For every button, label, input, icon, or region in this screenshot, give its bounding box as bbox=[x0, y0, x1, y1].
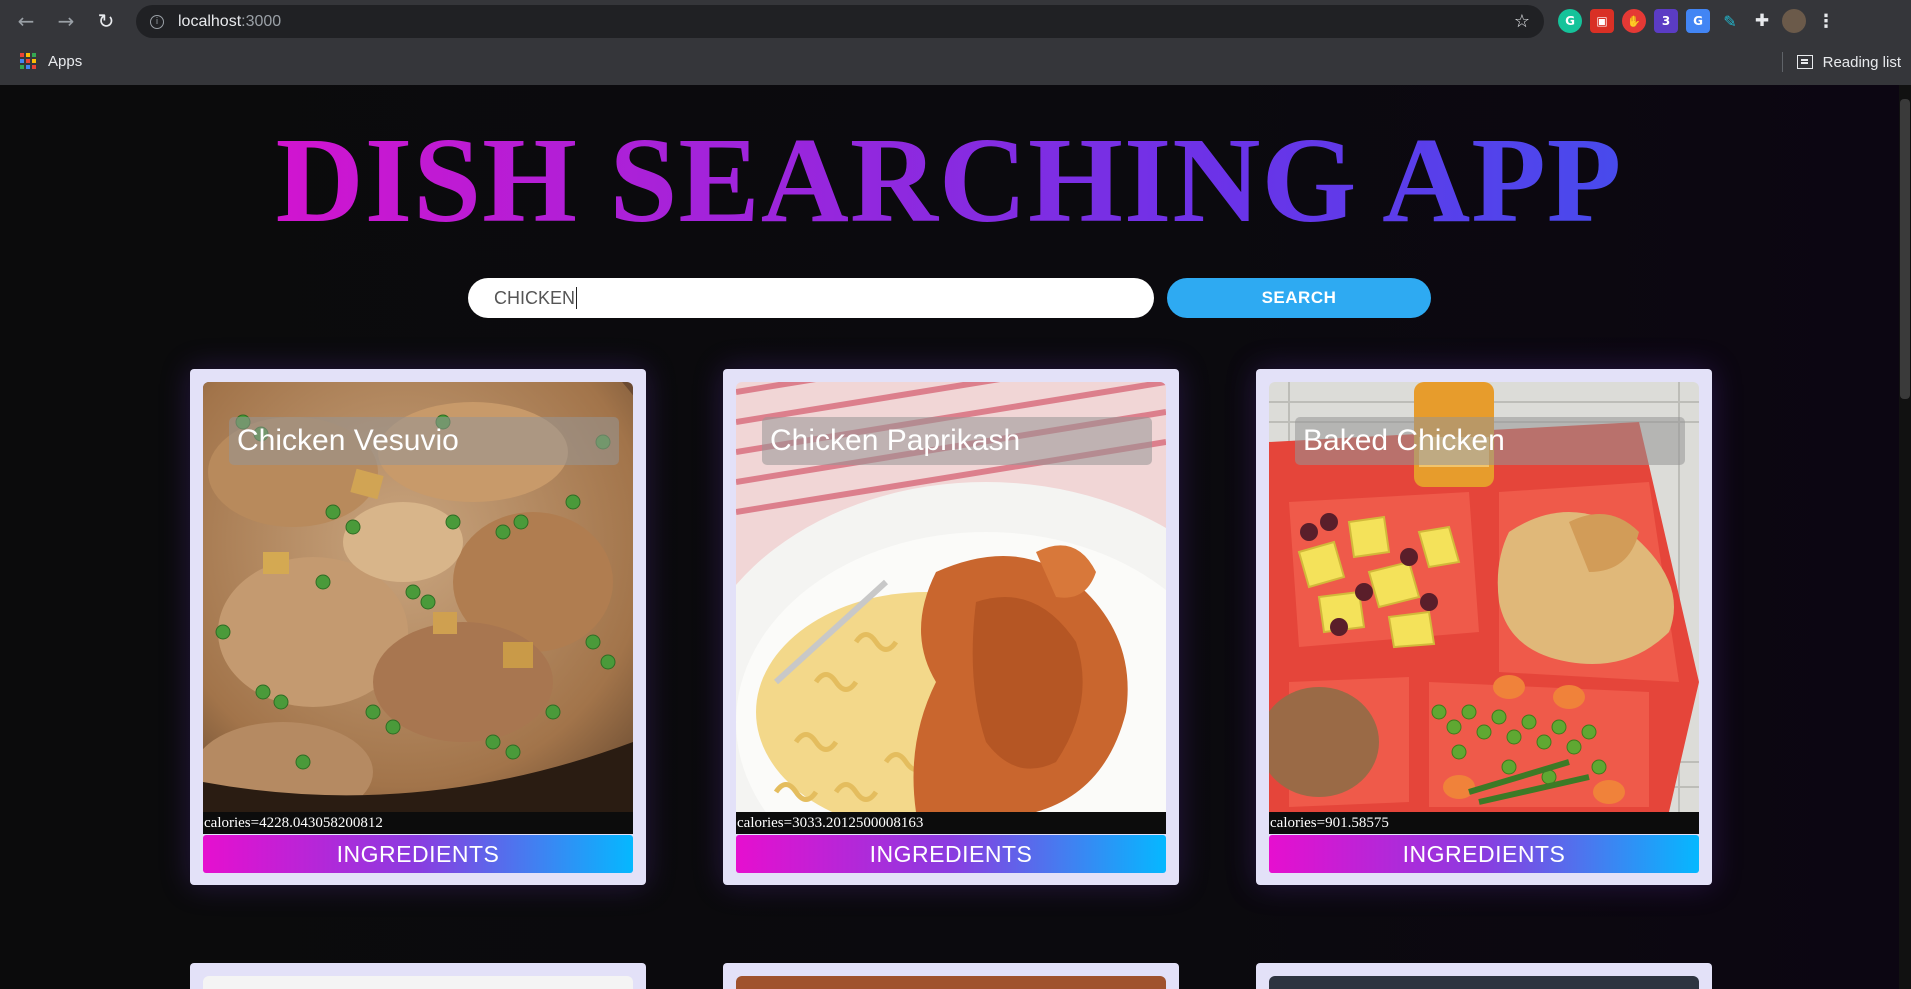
apps-bookmark[interactable]: Apps bbox=[48, 53, 82, 70]
puzzle-icon[interactable]: ✚ bbox=[1750, 9, 1774, 33]
recipe-title: Chicken Vesuvio bbox=[229, 417, 619, 465]
address-bar[interactable]: i localhost:3000 ☆ bbox=[136, 5, 1544, 38]
recipe-card-partial bbox=[190, 963, 646, 989]
pen-tool-icon[interactable]: ✎ bbox=[1718, 9, 1742, 33]
recipe-title: Baked Chicken bbox=[1295, 417, 1685, 465]
browser-chrome: ← → ↻ i localhost:3000 ☆ G ▣ ✋ 3 G ✎ ✚ ⋮… bbox=[0, 0, 1911, 85]
recipe-image: Chicken Vesuvio bbox=[203, 382, 633, 812]
reading-list-button[interactable]: Reading list bbox=[1781, 52, 1901, 72]
grammarly-icon[interactable]: G bbox=[1558, 9, 1582, 33]
bookmark-star-icon[interactable]: ☆ bbox=[1514, 11, 1530, 32]
recipe-calories: calories=3033.2012500008163 bbox=[736, 812, 1166, 834]
bookmarks-divider bbox=[1781, 52, 1783, 72]
extensions-row: G ▣ ✋ 3 G ✎ ✚ ⋮ bbox=[1558, 9, 1838, 33]
ingredients-button[interactable]: INGREDIENTS bbox=[203, 835, 633, 873]
url-host: localhost bbox=[178, 12, 242, 30]
search-button[interactable]: SEARCH bbox=[1167, 278, 1431, 318]
text-caret bbox=[576, 287, 578, 309]
forward-arrow-icon[interactable]: → bbox=[46, 0, 86, 42]
reading-list-label: Reading list bbox=[1822, 53, 1901, 71]
recipe-image-partial bbox=[203, 976, 633, 989]
search-input-value: CHICKEN bbox=[494, 287, 576, 308]
recipe-image: Chicken Paprikash bbox=[736, 382, 1166, 812]
search-input[interactable]: CHICKEN bbox=[468, 278, 1154, 318]
browser-toolbar: ← → ↻ i localhost:3000 ☆ G ▣ ✋ 3 G ✎ ✚ ⋮ bbox=[0, 0, 1911, 42]
recipe-title: Chicken Paprikash bbox=[762, 417, 1152, 465]
recipe-image-partial bbox=[736, 976, 1166, 989]
recipe-card-partial bbox=[723, 963, 1179, 989]
ingredients-button[interactable]: INGREDIENTS bbox=[1269, 835, 1699, 873]
recipe-card: Chicken Vesuvio calories=4228.0430582008… bbox=[190, 369, 646, 885]
url-port: :3000 bbox=[241, 12, 282, 30]
ingredients-button[interactable]: INGREDIENTS bbox=[736, 835, 1166, 873]
address-url[interactable]: localhost:3000 bbox=[178, 13, 281, 31]
recipe-card-partial bbox=[1256, 963, 1712, 989]
reading-list-icon bbox=[1796, 55, 1813, 69]
recipe-image-partial bbox=[1269, 976, 1699, 989]
recipe-card: Baked Chicken calories=901.58575 INGREDI… bbox=[1256, 369, 1712, 885]
app-title: DISH SEARCHING APP bbox=[0, 117, 1898, 245]
recipe-calories: calories=4228.043058200812 bbox=[203, 812, 633, 834]
bookmarks-bar: Apps Reading list bbox=[0, 45, 1911, 77]
reload-icon[interactable]: ↻ bbox=[86, 0, 126, 42]
profile-avatar-icon[interactable] bbox=[1782, 9, 1806, 33]
recipe-card: Chicken Paprikash calories=3033.20125000… bbox=[723, 369, 1179, 885]
scrollbar-thumb[interactable] bbox=[1900, 99, 1910, 399]
extension-badge-icon[interactable]: 3 bbox=[1654, 9, 1678, 33]
google-translate-icon[interactable]: G bbox=[1686, 9, 1710, 33]
extension-red-icon[interactable]: ▣ bbox=[1590, 9, 1614, 33]
page-content: DISH SEARCHING APP CHICKEN SEARCH Chicke… bbox=[0, 85, 1911, 989]
recipe-calories: calories=901.58575 bbox=[1269, 812, 1699, 834]
site-info-icon[interactable]: i bbox=[150, 14, 164, 29]
page-scrollbar[interactable] bbox=[1899, 85, 1911, 989]
apps-grid-icon[interactable] bbox=[20, 53, 36, 69]
recipe-image: Baked Chicken bbox=[1269, 382, 1699, 812]
menu-dots-icon[interactable]: ⋮ bbox=[1814, 9, 1838, 33]
adblock-icon[interactable]: ✋ bbox=[1622, 9, 1646, 33]
back-arrow-icon[interactable]: ← bbox=[6, 0, 46, 42]
